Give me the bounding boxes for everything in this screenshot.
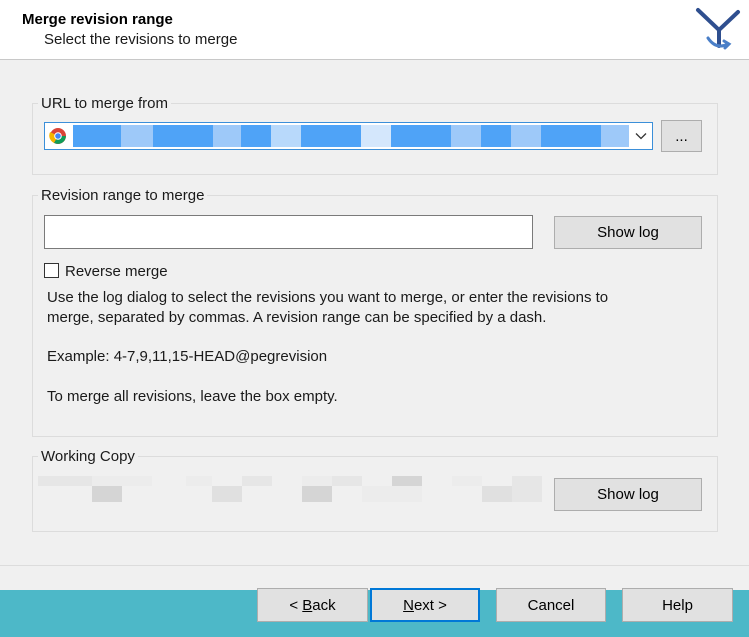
next-button-rest: ext >	[413, 596, 447, 614]
back-button-rest: ack	[312, 596, 336, 614]
back-button[interactable]: < Back	[257, 588, 368, 622]
next-button-mnemonic: N	[403, 596, 414, 614]
page-title: Merge revision range	[22, 11, 173, 28]
tortoisesvn-merge-logo-icon	[696, 8, 740, 50]
browse-url-button[interactable]: ...	[661, 120, 702, 152]
back-button-prefix: <	[289, 596, 303, 614]
chrome-icon	[49, 128, 66, 144]
working-copy-show-log-button[interactable]: Show log	[554, 478, 702, 511]
help-text-line-2: merge, separated by commas. A revision r…	[47, 309, 547, 326]
reverse-merge-checkbox[interactable]	[44, 263, 59, 278]
next-button[interactable]: Next >	[370, 588, 480, 622]
back-button-mnemonic: B	[302, 596, 313, 614]
revision-range-input[interactable]	[44, 215, 533, 249]
wizard-header: Merge revision range Select the revision…	[0, 0, 749, 60]
help-button[interactable]: Help	[622, 588, 733, 622]
chevron-down-icon[interactable]	[630, 123, 652, 149]
reverse-merge-label[interactable]: Reverse merge	[65, 263, 168, 280]
revision-show-log-button[interactable]: Show log	[554, 216, 702, 249]
empty-hint-text: To merge all revisions, leave the box em…	[47, 388, 338, 405]
help-text-line-1: Use the log dialog to select the revisio…	[47, 289, 609, 306]
merge-url-combobox[interactable]	[44, 122, 653, 150]
working-copy-group-label: Working Copy	[38, 448, 138, 465]
revision-range-group-label: Revision range to merge	[38, 187, 208, 204]
cancel-button[interactable]: Cancel	[496, 588, 606, 622]
url-group-label: URL to merge from	[38, 95, 171, 112]
example-text: Example: 4-7,9,11,15-HEAD@pegrevision	[47, 348, 328, 365]
page-subtitle: Select the revisions to merge	[44, 31, 238, 48]
footer-separator	[0, 565, 749, 566]
